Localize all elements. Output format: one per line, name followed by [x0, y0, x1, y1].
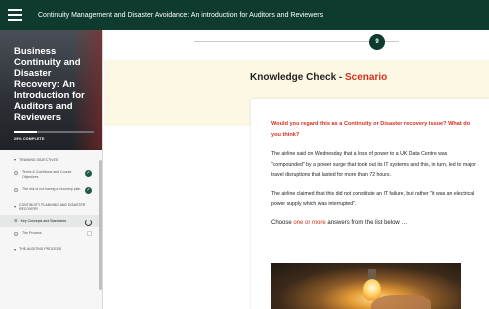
nav-section-continuity-planning[interactable]: ▾ CONTINUITY PLANNING AND DISASTER RECOV… [0, 196, 102, 215]
lesson-dot-icon [14, 187, 18, 192]
lesson-dot-icon [14, 231, 18, 236]
nav-section-auditing-process[interactable]: ▾ THE AUDITING PROCESS [0, 240, 102, 256]
nav-section-label: CONTINUITY PLANNING AND DISASTER RECOVER… [19, 202, 86, 211]
page-title-accent: Scenario [345, 72, 388, 83]
top-bar: Continuity Management and Disaster Avoid… [0, 0, 489, 30]
knowledge-check-card: Would you regard this as a Continuity or… [251, 99, 489, 309]
check-circle-icon: ✓ [85, 187, 92, 194]
course-hero-title: Business Continuity and Disaster Recover… [14, 46, 85, 123]
nav-section-training-objectives[interactable]: ▾ TRAINING OBJECTIVES [0, 150, 102, 166]
lesson-dot-icon [14, 170, 18, 175]
chevron-down-icon: ▾ [14, 204, 17, 209]
progress-label: 29% COMPLETE [14, 137, 45, 141]
progress-bar [14, 131, 94, 133]
page-title: Knowledge Check - Scenario [250, 72, 387, 83]
instruction-text: Choose one or more answers from the list… [271, 220, 477, 226]
nav-item-terms-conditions[interactable]: Terms & Conditions and Course Objectives… [0, 166, 102, 183]
instruction-suffix: answers from the list below … [325, 219, 408, 226]
instruction-prefix: Choose [271, 219, 294, 226]
page-title-prefix: Knowledge Check - [250, 72, 346, 83]
instruction-accent: one or more [293, 219, 326, 226]
step-number-badge: 9 [369, 34, 385, 50]
menu-icon[interactable] [0, 0, 30, 30]
hand-shape [371, 295, 431, 309]
nav-section-label: THE AUDITING PROCESS [19, 247, 62, 251]
lines-icon: ☰ [14, 217, 18, 223]
nav-item-label: Key Concepts and Standards [20, 218, 67, 223]
sidebar: Business Continuity and Disaster Recover… [0, 30, 103, 309]
course-hero: Business Continuity and Disaster Recover… [0, 30, 102, 150]
scenario-paragraph-2: The airline claimed that this did not co… [271, 190, 475, 208]
chevron-down-icon: ▾ [14, 157, 17, 162]
nav-item-label: The risk of not having a recovery plan [22, 187, 81, 191]
scenario-image [271, 263, 461, 309]
lock-square-icon [87, 231, 92, 236]
nav-item-label: Terms & Conditions and Course Objectives [22, 170, 72, 179]
question-text: Would you regard this as a Continuity or… [271, 121, 471, 138]
chevron-down-icon: ▾ [14, 246, 17, 252]
nav-item-label: The Process [22, 231, 42, 235]
nav-item-risk-no-plan[interactable]: The risk of not having a recovery plan ✓ [0, 183, 102, 196]
nav-section-label: TRAINING OBJECTIVES [19, 157, 59, 162]
course-title: Continuity Management and Disaster Avoid… [38, 11, 324, 19]
nav-item-key-concepts[interactable]: ☰ Key Concepts and Standards [0, 214, 102, 227]
progress-circle-icon [85, 218, 92, 226]
progress-area: 29% COMPLETE [14, 131, 94, 141]
lesson-content: 9 Knowledge Check - Scenario Would you r… [104, 30, 489, 309]
lesson-nav: ▾ TRAINING OBJECTIVES Terms & Conditions… [0, 150, 102, 256]
progress-bar-fill [14, 131, 38, 133]
nav-item-the-process[interactable]: The Process [0, 227, 102, 240]
sidebar-scrollbar[interactable] [99, 160, 102, 290]
scenario-paragraph-1: The airline said on Wednesday that a los… [271, 151, 476, 178]
check-circle-icon: ✓ [85, 170, 92, 177]
